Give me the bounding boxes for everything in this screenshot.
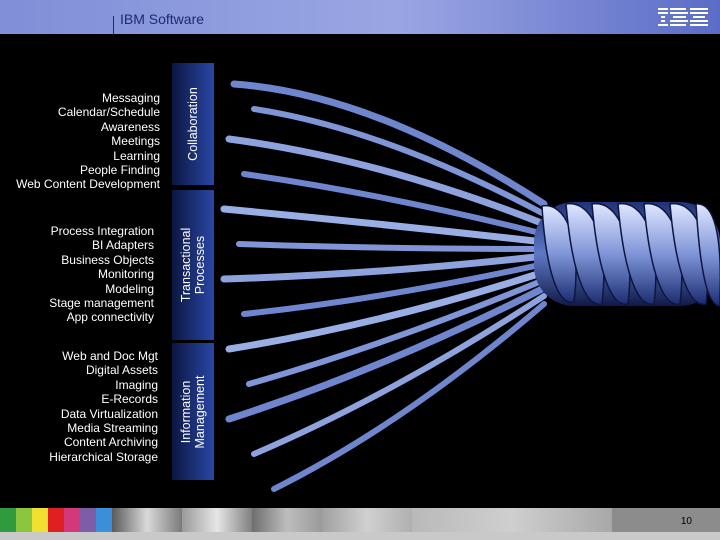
color-swatch <box>64 508 80 532</box>
color-swatch <box>48 508 64 532</box>
list-item: Hierarchical Storage <box>49 449 158 464</box>
color-swatch <box>0 508 16 532</box>
color-swatch <box>16 508 32 532</box>
photo-tile <box>412 508 612 532</box>
list-item: Data Virtualization <box>60 406 158 421</box>
list-item: People Finding <box>79 163 160 178</box>
footer-bar: 10 <box>0 508 720 540</box>
list-item: E-Records <box>101 392 158 407</box>
collaboration-panel: Collaboration <box>172 63 214 185</box>
list-item: Calendar/Schedule <box>57 105 160 120</box>
list-item: Awareness <box>100 119 160 134</box>
list-item: Web and Doc Mgt <box>62 349 158 363</box>
list-item: Process Integration <box>50 224 154 238</box>
transactional-label: Transactional Processes <box>179 228 207 303</box>
list-item: App connectivity <box>66 310 154 325</box>
color-swatch <box>96 508 112 532</box>
list-item: Meetings <box>111 134 160 149</box>
list-item: Messaging <box>101 91 160 105</box>
photo-tile <box>112 508 182 532</box>
information-panel: Information Management <box>172 343 214 480</box>
color-swatch <box>32 508 48 532</box>
transactional-label-line2: Processes <box>193 235 207 295</box>
list-item: Content Archiving <box>63 435 158 450</box>
list-item: BI Adapters <box>91 238 154 253</box>
photo-tile <box>252 508 322 532</box>
header-divider <box>113 16 114 34</box>
photo-tile <box>182 508 252 532</box>
information-label-line1: Information <box>179 380 193 443</box>
footer-bottom-band <box>0 532 720 540</box>
color-swatch <box>80 508 96 532</box>
list-item: Digital Assets <box>85 363 158 378</box>
list-item: Monitoring <box>97 267 154 282</box>
list-item: Web Content Development <box>16 177 160 192</box>
header-bar: IBM Software <box>0 0 720 34</box>
rope-graphic <box>220 80 720 492</box>
list-item: Modeling <box>105 281 154 296</box>
page-number: 10 <box>680 516 692 527</box>
list-item: Imaging <box>115 377 158 392</box>
collaboration-label: Collaboration <box>186 87 200 161</box>
information-label: Information Management <box>179 375 207 448</box>
information-list: Web and Doc Mgt Digital Assets Imaging E… <box>49 349 158 464</box>
information-label-line2: Management <box>193 375 207 448</box>
list-item: Learning <box>113 148 160 163</box>
header-title: IBM Software <box>120 11 205 27</box>
transactional-label-line1: Transactional <box>179 227 193 303</box>
transactional-panel: Transactional Processes <box>172 190 214 340</box>
list-item: Media Streaming <box>67 421 158 436</box>
list-item: Business Objects <box>61 252 154 267</box>
ibm-logo <box>658 8 708 26</box>
collaboration-list: Messaging Calendar/Schedule Awareness Me… <box>16 91 160 192</box>
transactional-list: Process Integration BI Adapters Business… <box>49 224 154 325</box>
photo-tile <box>322 508 412 532</box>
list-item: Stage management <box>49 296 154 311</box>
